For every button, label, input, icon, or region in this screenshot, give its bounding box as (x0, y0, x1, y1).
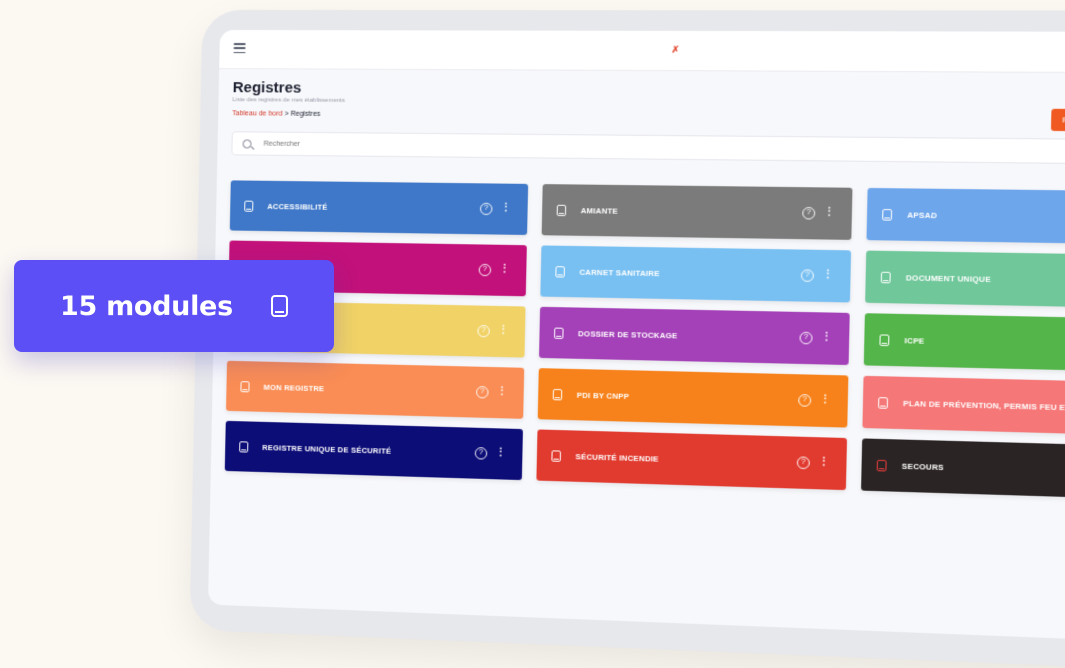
register-card[interactable]: ACCESSIBILITÉ? ⋮ (229, 180, 529, 235)
breadcrumb: Tableau de bord > Registres (232, 110, 1065, 124)
register-card-label: SÉCURITÉ INCENDIE (575, 451, 659, 464)
book-icon (551, 449, 562, 462)
book-icon (552, 388, 563, 400)
more-options-icon[interactable]: ⋮ (495, 447, 506, 460)
more-options-icon[interactable]: ⋮ (501, 202, 512, 214)
book-icon (240, 380, 250, 392)
help-icon[interactable]: ? (474, 447, 488, 460)
more-options-icon[interactable]: ⋮ (498, 324, 509, 336)
register-card-label: CARNET SANITAIRE (579, 267, 660, 278)
register-card-label: AMIANTE (580, 205, 619, 216)
register-card-label: PLAN DE PRÉVENTION, PERMIS FEU ET (903, 398, 1065, 412)
register-card[interactable]: ICPE (863, 313, 1065, 373)
register-card[interactable]: SÉCURITÉ INCENDIE? ⋮ (536, 429, 848, 491)
register-card-label: PDI BY CNPP (576, 390, 630, 401)
book-icon (879, 333, 890, 346)
registers-grid: ACCESSIBILITÉ? ⋮ AMIANTE? ⋮ APSAD? ⋮ CARNET SA… (224, 180, 1065, 501)
register-card[interactable]: CARNET SANITAIRE? ⋮ (540, 245, 852, 303)
help-icon[interactable]: ? (477, 324, 490, 338)
register-card[interactable]: APSAD (866, 187, 1065, 246)
app-screen: ✗ Registres Liste des registres de mes é… (207, 29, 1065, 643)
book-icon (880, 271, 891, 283)
more-options-icon[interactable]: ⋮ (821, 331, 832, 344)
register-card-label: APSAD (907, 209, 938, 220)
register-card[interactable]: MON REGISTRE? ⋮ (226, 360, 525, 419)
register-card[interactable]: PDI BY CNPP? ⋮ (537, 368, 849, 428)
book-icon (882, 208, 893, 221)
more-options-icon[interactable]: ⋮ (820, 394, 831, 407)
help-icon[interactable]: ? (800, 269, 814, 283)
search-input[interactable] (261, 139, 573, 152)
more-options-icon[interactable]: ⋮ (824, 206, 835, 219)
register-card-label: MON REGISTRE (263, 382, 325, 393)
book-icon (555, 265, 565, 278)
more-options-icon[interactable]: ⋮ (497, 385, 508, 397)
register-card[interactable]: DOSSIER DE STOCKAGE? ⋮ (539, 306, 850, 366)
register-card[interactable]: REGISTRE UNIQUE DE SÉCURITÉ? ⋮ (224, 420, 523, 481)
receive-button[interactable]: Recevoir l (1050, 108, 1065, 132)
hamburger-menu-icon[interactable] (233, 43, 246, 54)
register-card[interactable]: PLAN DE PRÉVENTION, PERMIS FEU ET (862, 375, 1065, 437)
breadcrumb-link-dashboard[interactable]: Tableau de bord (232, 110, 282, 117)
register-card[interactable]: SECOURS (861, 438, 1065, 501)
register-card-label: REGISTRE UNIQUE DE SÉCURITÉ (262, 442, 392, 456)
help-icon[interactable]: ? (802, 206, 816, 220)
register-card[interactable]: DOCUMENT UNIQUE (865, 250, 1065, 309)
help-icon[interactable]: ? (798, 394, 812, 407)
help-icon[interactable]: ? (796, 456, 810, 470)
page-header: Registres Liste des registres de mes éta… (218, 69, 1065, 132)
more-options-icon[interactable]: ⋮ (818, 456, 829, 469)
app-logo[interactable]: ✗ (671, 44, 679, 55)
more-options-icon[interactable]: ⋮ (499, 263, 510, 275)
modules-count-badge: 15 modules (14, 260, 334, 352)
modules-count-text: 15 modules (60, 290, 233, 322)
more-options-icon[interactable]: ⋮ (822, 269, 833, 282)
book-icon (239, 440, 249, 453)
register-card-label: ICPE (904, 335, 925, 346)
book-icon (554, 327, 564, 339)
book-icon (244, 200, 254, 212)
register-card-label: DOCUMENT UNIQUE (905, 272, 991, 284)
help-icon[interactable]: ? (478, 263, 492, 277)
help-icon[interactable]: ? (475, 386, 489, 399)
register-card-label: ACCESSIBILITÉ (267, 201, 328, 212)
help-icon[interactable]: ? (799, 331, 813, 345)
top-bar: ✗ (219, 29, 1065, 74)
search-bar[interactable] (231, 131, 1065, 165)
book-icon (556, 204, 567, 216)
book-icon (876, 459, 887, 471)
register-card-label: SECOURS (901, 460, 944, 472)
book-icon (270, 295, 288, 317)
register-card-label: DOSSIER DE STOCKAGE (578, 328, 678, 340)
register-card[interactable]: AMIANTE? ⋮ (541, 184, 853, 240)
search-icon (242, 138, 252, 149)
breadcrumb-current: Registres (290, 110, 321, 118)
help-icon[interactable]: ? (479, 202, 493, 216)
book-icon (878, 396, 889, 409)
